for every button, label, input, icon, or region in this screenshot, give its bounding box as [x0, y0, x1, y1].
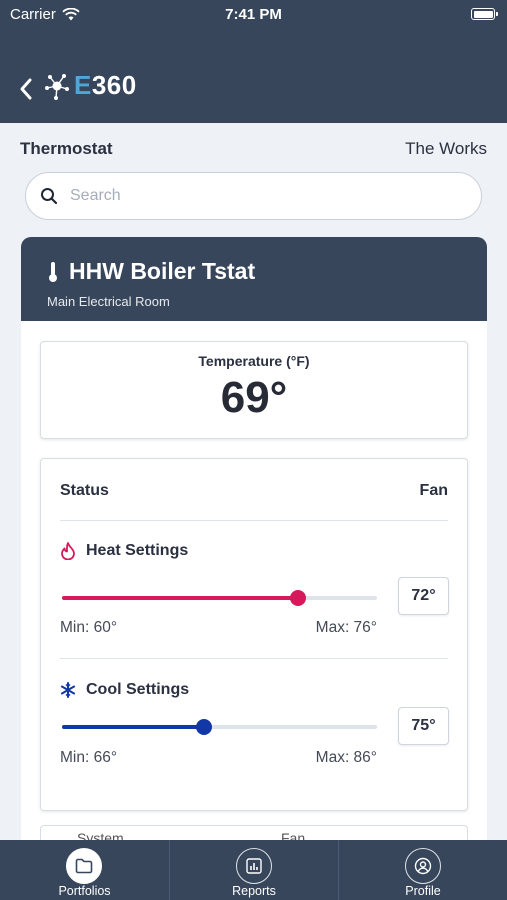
thermometer-icon: [49, 261, 57, 282]
clock: 7:41 PM: [225, 6, 282, 23]
thermostat-card: HHW Boiler Tstat Main Electrical Room Te…: [21, 237, 487, 840]
status-label[interactable]: Status: [60, 482, 109, 500]
device-name: HHW Boiler Tstat: [69, 258, 256, 284]
cool-range: Min: 66° Max: 86°: [60, 749, 377, 767]
tab-icon-wrap: [236, 848, 272, 884]
device-header: HHW Boiler Tstat Main Electrical Room: [21, 237, 487, 321]
cool-slider-fill: [62, 725, 204, 729]
cool-setpoint-slider[interactable]: [62, 719, 377, 735]
back-chevron-icon[interactable]: [16, 76, 38, 102]
top-app-bar: Carrier 7:41 PM E360: [0, 0, 507, 123]
logo-text: E360: [74, 70, 137, 100]
temperature-label: Temperature (°F): [198, 353, 310, 369]
heat-slider-handle[interactable]: [290, 590, 307, 606]
cool-setpoint-value[interactable]: 75°: [398, 707, 449, 745]
temperature-value: 69°: [220, 373, 288, 422]
logo-mark-icon: [45, 73, 69, 100]
app-logo: E360: [44, 70, 137, 101]
search-icon: [41, 188, 58, 205]
cool-max-label: Max: 86°: [315, 749, 377, 766]
cool-settings-label: Cool Settings: [86, 681, 190, 698]
snowflake-icon: [60, 682, 76, 698]
bottom-tab-bar: Portfolios Reports Profile: [0, 840, 507, 900]
settings-panel: Status Fan Heat Settings 72° Min: 60° Ma…: [40, 458, 468, 811]
system-fan-panel: System Fan: [40, 825, 468, 840]
cool-settings-title: Cool Settings: [60, 681, 189, 699]
fan-label[interactable]: Fan: [420, 482, 448, 500]
tab-profile[interactable]: Profile: [338, 840, 507, 900]
breadcrumb-site[interactable]: The Works: [405, 139, 487, 159]
fan-mode-label: Fan: [281, 830, 306, 840]
tab-label: Portfolios: [58, 884, 111, 898]
heat-setpoint-slider[interactable]: [62, 590, 377, 606]
search-bar[interactable]: [25, 172, 482, 220]
system-label: System: [77, 830, 124, 840]
breadcrumb-category: Thermostat: [20, 139, 113, 158]
user-circle-icon: [414, 857, 432, 875]
heat-range: Min: 60° Max: 76°: [60, 619, 377, 637]
divider: [60, 520, 448, 521]
heat-slider-fill: [62, 596, 299, 600]
temperature-panel: Temperature (°F) 69°: [40, 341, 468, 439]
bar-chart-icon: [246, 858, 262, 874]
tab-icon-wrap: [66, 848, 102, 884]
heat-min-label: Min: 60°: [60, 619, 118, 636]
breadcrumb: Thermostat The Works: [20, 138, 487, 160]
heat-max-label: Max: 76°: [315, 619, 377, 636]
status-fan-row: Status Fan: [60, 482, 448, 500]
heat-setpoint-value[interactable]: 72°: [398, 577, 449, 615]
heat-settings-label: Heat Settings: [86, 542, 189, 559]
tab-reports[interactable]: Reports: [169, 840, 338, 900]
heat-settings-title: Heat Settings: [60, 542, 188, 560]
flame-icon: [61, 542, 75, 560]
divider: [60, 658, 448, 659]
cool-min-label: Min: 66°: [60, 749, 118, 766]
cool-slider-handle[interactable]: [195, 719, 212, 735]
tab-portfolios[interactable]: Portfolios: [0, 840, 169, 900]
status-bar: Carrier 7:41 PM: [0, 0, 507, 30]
search-input[interactable]: [70, 187, 450, 205]
tab-label: Profile: [405, 884, 441, 898]
device-location: Main Electrical Room: [47, 294, 170, 309]
tab-label: Reports: [232, 884, 276, 898]
tab-icon-wrap: [405, 848, 441, 884]
folder-icon: [75, 858, 93, 874]
battery-icon: [471, 8, 498, 20]
device-title: HHW Boiler Tstat: [47, 258, 255, 285]
